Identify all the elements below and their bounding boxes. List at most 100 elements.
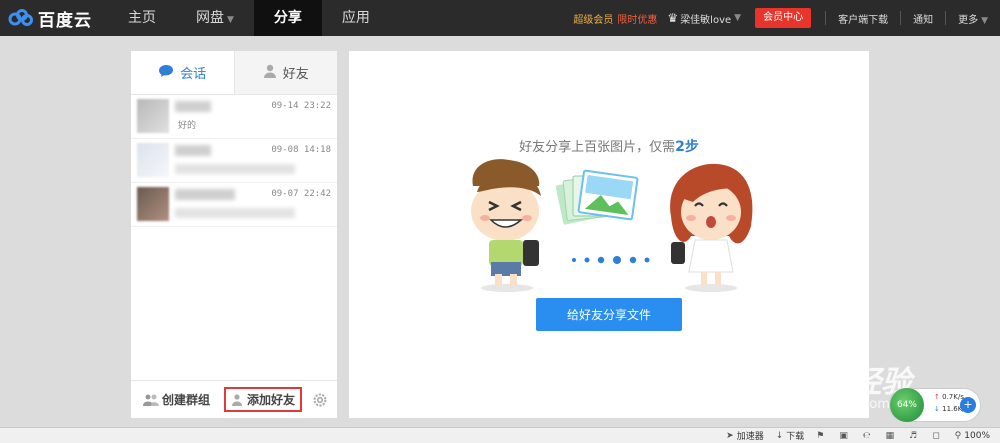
conversation-panel-footer: 创建群组 添加好友: [131, 380, 337, 418]
conversation-tabs: 会话 好友: [131, 51, 337, 95]
browser-e-icon: ℮: [862, 430, 871, 441]
chat-bubble-icon: [158, 64, 174, 82]
window-icon: ▣: [839, 430, 848, 441]
blurred-preview: [175, 164, 295, 174]
brand-logo[interactable]: 百度云: [0, 0, 108, 36]
create-group-button[interactable]: 创建群组: [143, 391, 210, 408]
add-person-icon: [232, 393, 243, 406]
gear-icon: [313, 393, 327, 406]
add-friend-label: 添加好友: [247, 393, 296, 407]
layout-button[interactable]: ▦: [886, 431, 898, 441]
nav-item-home[interactable]: 主页: [108, 0, 176, 36]
chat-time: 09-08 14:18: [271, 145, 331, 155]
flag-icon: ⚑: [816, 430, 825, 441]
boy-character-icon: [471, 159, 541, 292]
promo-label: 超级会员: [573, 14, 614, 26]
transfer-dots-icon: [572, 256, 650, 264]
person-icon: [263, 64, 277, 82]
more-label: 更多: [958, 14, 979, 26]
nav-item-share[interactable]: 分享: [253, 0, 322, 36]
list-item[interactable]: 09-08 14:18: [131, 139, 337, 183]
vip-promo-link[interactable]: 超级会员 限时优惠: [573, 11, 657, 26]
browser-status-bar: ➤ 加速器 ↓ 下载 ⚑ ▣ ℮ ▦ ♬ ◻ ⚲ 100%: [0, 427, 1000, 443]
tab-friends[interactable]: 好友: [234, 51, 337, 94]
nav-label: 应用: [341, 10, 370, 26]
magnifier-icon: ⚲: [954, 430, 962, 441]
main-nav: 主页 网盘 ▼ 分享 应用: [108, 0, 390, 36]
chat-list: 09-14 23:22 好的 09-08 14:18 09-07 22:42: [131, 95, 337, 227]
list-item[interactable]: 09-14 23:22 好的: [131, 95, 337, 139]
share-headline: 好友分享上百张图片，仅需2步: [349, 136, 869, 156]
volume-button[interactable]: ♬: [909, 431, 920, 441]
cloud-logo-icon: [8, 9, 34, 27]
client-download-link[interactable]: 客户端下载: [838, 11, 888, 26]
promo-highlight: 限时优惠: [617, 14, 658, 26]
tab-conversations[interactable]: 会话: [131, 51, 235, 94]
nav-item-netdisk[interactable]: 网盘 ▼: [176, 0, 254, 36]
download-label: 下载: [786, 432, 805, 442]
settings-gear-button[interactable]: [312, 392, 328, 408]
avatar: [137, 99, 169, 133]
nav-label: 分享: [273, 10, 302, 26]
avatar: [137, 143, 169, 177]
screenshot-button[interactable]: ⚑: [816, 431, 827, 441]
upload-speed: ↑ 0.7K/s: [934, 393, 964, 401]
blurred-contact-name: [175, 145, 211, 156]
avatar: [137, 187, 169, 221]
divider: [825, 11, 827, 25]
chevron-down-icon: ▼: [981, 15, 988, 26]
nav-label: 网盘: [196, 10, 224, 26]
blurred-contact-name: [175, 189, 235, 200]
download-button[interactable]: ↓ 下载: [776, 429, 805, 443]
chat-preview: 好的: [178, 121, 197, 131]
plus-icon[interactable]: +: [960, 397, 976, 413]
speaker-icon: ♬: [909, 430, 918, 441]
more-menu[interactable]: 更多 ▼: [958, 11, 988, 26]
zoom-control[interactable]: ⚲ 100%: [955, 431, 990, 441]
vip-center-button[interactable]: 会员中心: [755, 8, 812, 28]
brand-name: 百度云: [38, 10, 92, 31]
chevron-down-icon: ▼: [734, 13, 742, 23]
blurred-contact-name: [175, 101, 211, 112]
girl-character-icon: [670, 163, 753, 292]
user-menu[interactable]: ♛ 梁佳敏love ▼: [667, 11, 741, 26]
square-icon: ◻: [932, 430, 940, 441]
nav-item-apps[interactable]: 应用: [322, 0, 390, 36]
top-navigation-bar: 百度云 主页 网盘 ▼ 分享 应用 超级会员 限时优惠 ♛ 梁佳敏love ▼ 会员…: [0, 0, 1000, 36]
create-group-label: 创建群组: [162, 393, 211, 407]
headline-text: 好友分享上百张图片，仅需: [519, 140, 676, 155]
divider: [900, 11, 902, 25]
tab-label: 好友: [282, 67, 309, 82]
chat-time: 09-07 22:42: [271, 189, 331, 199]
chat-time: 09-14 23:22: [271, 101, 331, 111]
ie-mode-button[interactable]: ℮: [863, 431, 874, 441]
share-file-button[interactable]: 给好友分享文件: [536, 298, 682, 331]
window-button[interactable]: ▣: [839, 431, 851, 441]
crown-icon: ♛: [667, 11, 679, 25]
chevron-down-icon: ▼: [227, 15, 234, 25]
tab-label: 会话: [180, 67, 207, 82]
speed-percent-ball: 64%: [890, 388, 924, 422]
photo-stack-icon: [555, 169, 639, 225]
share-illustration: [471, 159, 753, 292]
list-item[interactable]: 09-07 22:42: [131, 183, 337, 227]
topbar-right: 超级会员 限时优惠 ♛ 梁佳敏love ▼ 会员中心 客户端下载 通知 更多 ▼: [573, 0, 1000, 36]
accelerator-label: 加速器: [736, 432, 764, 442]
notifications-link[interactable]: 通知: [913, 11, 933, 26]
watermark-text: Bai度经验: [768, 365, 912, 400]
arrow-down-icon: ↓: [934, 405, 940, 413]
accelerator-button[interactable]: ➤ 加速器: [726, 429, 764, 443]
group-icon: [143, 394, 159, 406]
nav-label: 主页: [128, 10, 156, 26]
username: 梁佳敏love: [680, 14, 732, 26]
watermark-url: jingyan.baidu.com: [770, 397, 890, 412]
grid-icon: ▦: [885, 430, 895, 441]
headline-steps: 2步: [675, 139, 699, 155]
blank-button[interactable]: ◻: [932, 431, 942, 441]
zoom-level: 100%: [964, 430, 990, 441]
conversation-panel: 会话 好友 09-14 23:22 好的 09-08 14:18 09-07 2…: [131, 51, 337, 418]
network-speed-widget[interactable]: 64% ↑ 0.7K/s ↓ 11.6K/s +: [889, 388, 981, 422]
add-friend-button[interactable]: 添加好友: [224, 387, 303, 412]
divider: [945, 11, 947, 25]
blurred-preview: [175, 208, 295, 218]
